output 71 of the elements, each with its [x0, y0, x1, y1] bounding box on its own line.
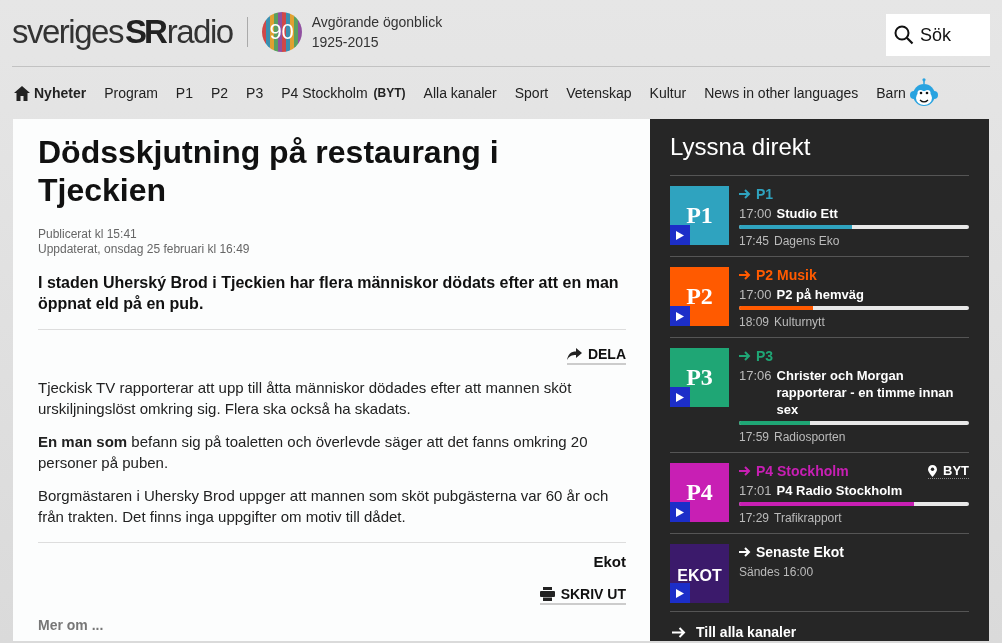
logo[interactable]: sverigesSRradio: [12, 13, 233, 51]
program-title[interactable]: Christer och Morgan rapporterar - en timme innan sex: [776, 367, 969, 418]
printer-icon: [539, 587, 555, 601]
program-time: 17:00: [739, 205, 772, 222]
nav-link[interactable]: News in other languages: [704, 85, 859, 101]
nav-link[interactable]: Program: [104, 85, 158, 101]
published-time: Publicerat kl 15:41: [38, 227, 138, 242]
next-time: 17:29: [739, 511, 770, 525]
search-icon: [894, 25, 914, 45]
play-icon[interactable]: [670, 502, 690, 522]
broadcast-time: Sändes 16:00: [739, 565, 815, 579]
print-link[interactable]: SKRIV UT: [539, 586, 626, 605]
article-source: Ekot: [592, 553, 626, 570]
program-time: 17:01: [739, 482, 772, 499]
nav-link[interactable]: P4 Stockholm (BYT): [281, 85, 406, 101]
anniversary-years: 1925-2015: [311, 33, 380, 52]
nav-link[interactable]: Nyheter: [14, 85, 87, 101]
channel-link[interactable]: P3: [739, 348, 774, 364]
arrow-icon: [739, 547, 751, 557]
program-title[interactable]: Studio Ett: [776, 205, 838, 222]
next-program: Kulturnytt: [774, 315, 825, 329]
anniversary-badge: 90: [261, 12, 302, 52]
all-channels-link[interactable]: Till alla kanaler: [670, 612, 797, 640]
more-about-heading: Mer om ...: [38, 617, 105, 633]
article-paragraph: Tjeckisk TV rapporterar att upp till åtta människor dödades efter att mannen sköt urskiljningslöst omkring sig. Flera ska också ha skadats.: [38, 378, 573, 419]
article-paragraph: Borgmästaren i Uhersky Brod uppger att mannen som sköt pubgästerna var 60 år och från trakten. Det finns inga uppgifter om motiv till dådet.: [38, 486, 610, 527]
play-icon[interactable]: [670, 225, 690, 245]
nav-link[interactable]: P3: [246, 85, 264, 101]
arrow-icon: [739, 466, 751, 476]
channel-logo[interactable]: P4: [670, 463, 729, 522]
share-link[interactable]: DELA: [566, 346, 626, 365]
next-program: Trafikrapport: [774, 511, 842, 525]
news-link[interactable]: Senaste Ekot: [739, 544, 969, 560]
arrow-icon: [739, 189, 751, 199]
article-lead: I staden Uherský Brod i Tjeckien har flera människor dödats efter att en man öppnat eld på en pub.: [38, 273, 620, 314]
next-time: 17:45: [739, 234, 770, 248]
arrow-icon: [672, 626, 686, 638]
program-time: 17:06: [739, 367, 772, 384]
switch-channel-link[interactable]: BYT: [928, 463, 969, 479]
live-title: Lyssna direkt: [670, 133, 969, 176]
program-title[interactable]: P2 på hemväg: [776, 286, 864, 303]
home-icon: [14, 85, 30, 101]
nav-link[interactable]: Kultur: [649, 85, 687, 101]
program-time: 17:00: [739, 286, 772, 303]
nav-link[interactable]: Vetenskap: [566, 85, 632, 101]
program-title[interactable]: P4 Radio Stockholm: [776, 482, 903, 499]
nav-link[interactable]: P1: [175, 85, 193, 101]
article-title: Dödsskjutning på restaurang i Tjeckien: [38, 133, 500, 209]
anniversary-title: Avgörande ögonblick: [311, 13, 443, 32]
play-icon[interactable]: [670, 583, 690, 603]
nav-link[interactable]: P2: [210, 85, 229, 101]
search-button[interactable]: Sök: [886, 14, 990, 56]
nav-link[interactable]: Sport: [514, 85, 549, 101]
nav-link[interactable]: Alla kanaler: [423, 85, 497, 101]
location-pin-icon: [928, 464, 937, 477]
next-program: Dagens Eko: [774, 234, 840, 248]
next-program: Radiosporten: [774, 430, 846, 444]
updated-time: Uppdaterat, onsdag 25 februari kl 16:49: [38, 242, 251, 257]
nav-link[interactable]: Barn: [876, 78, 938, 108]
channel-logo[interactable]: EKOT: [670, 544, 729, 603]
arrow-icon: [739, 351, 751, 361]
next-time: 18:09: [739, 315, 770, 329]
share-icon: [566, 348, 582, 360]
play-icon[interactable]: [670, 306, 690, 326]
channel-link[interactable]: P2 Musik: [739, 267, 817, 283]
play-icon[interactable]: [670, 387, 690, 407]
article-paragraph: En man som befann sig på toaletten och överlevde säger att det fanns omkring 20 personer på puben.: [38, 432, 589, 473]
monkey-icon: [909, 78, 938, 108]
arrow-icon: [739, 270, 751, 280]
channel-link[interactable]: P1: [739, 186, 774, 202]
next-time: 17:59: [739, 430, 770, 444]
